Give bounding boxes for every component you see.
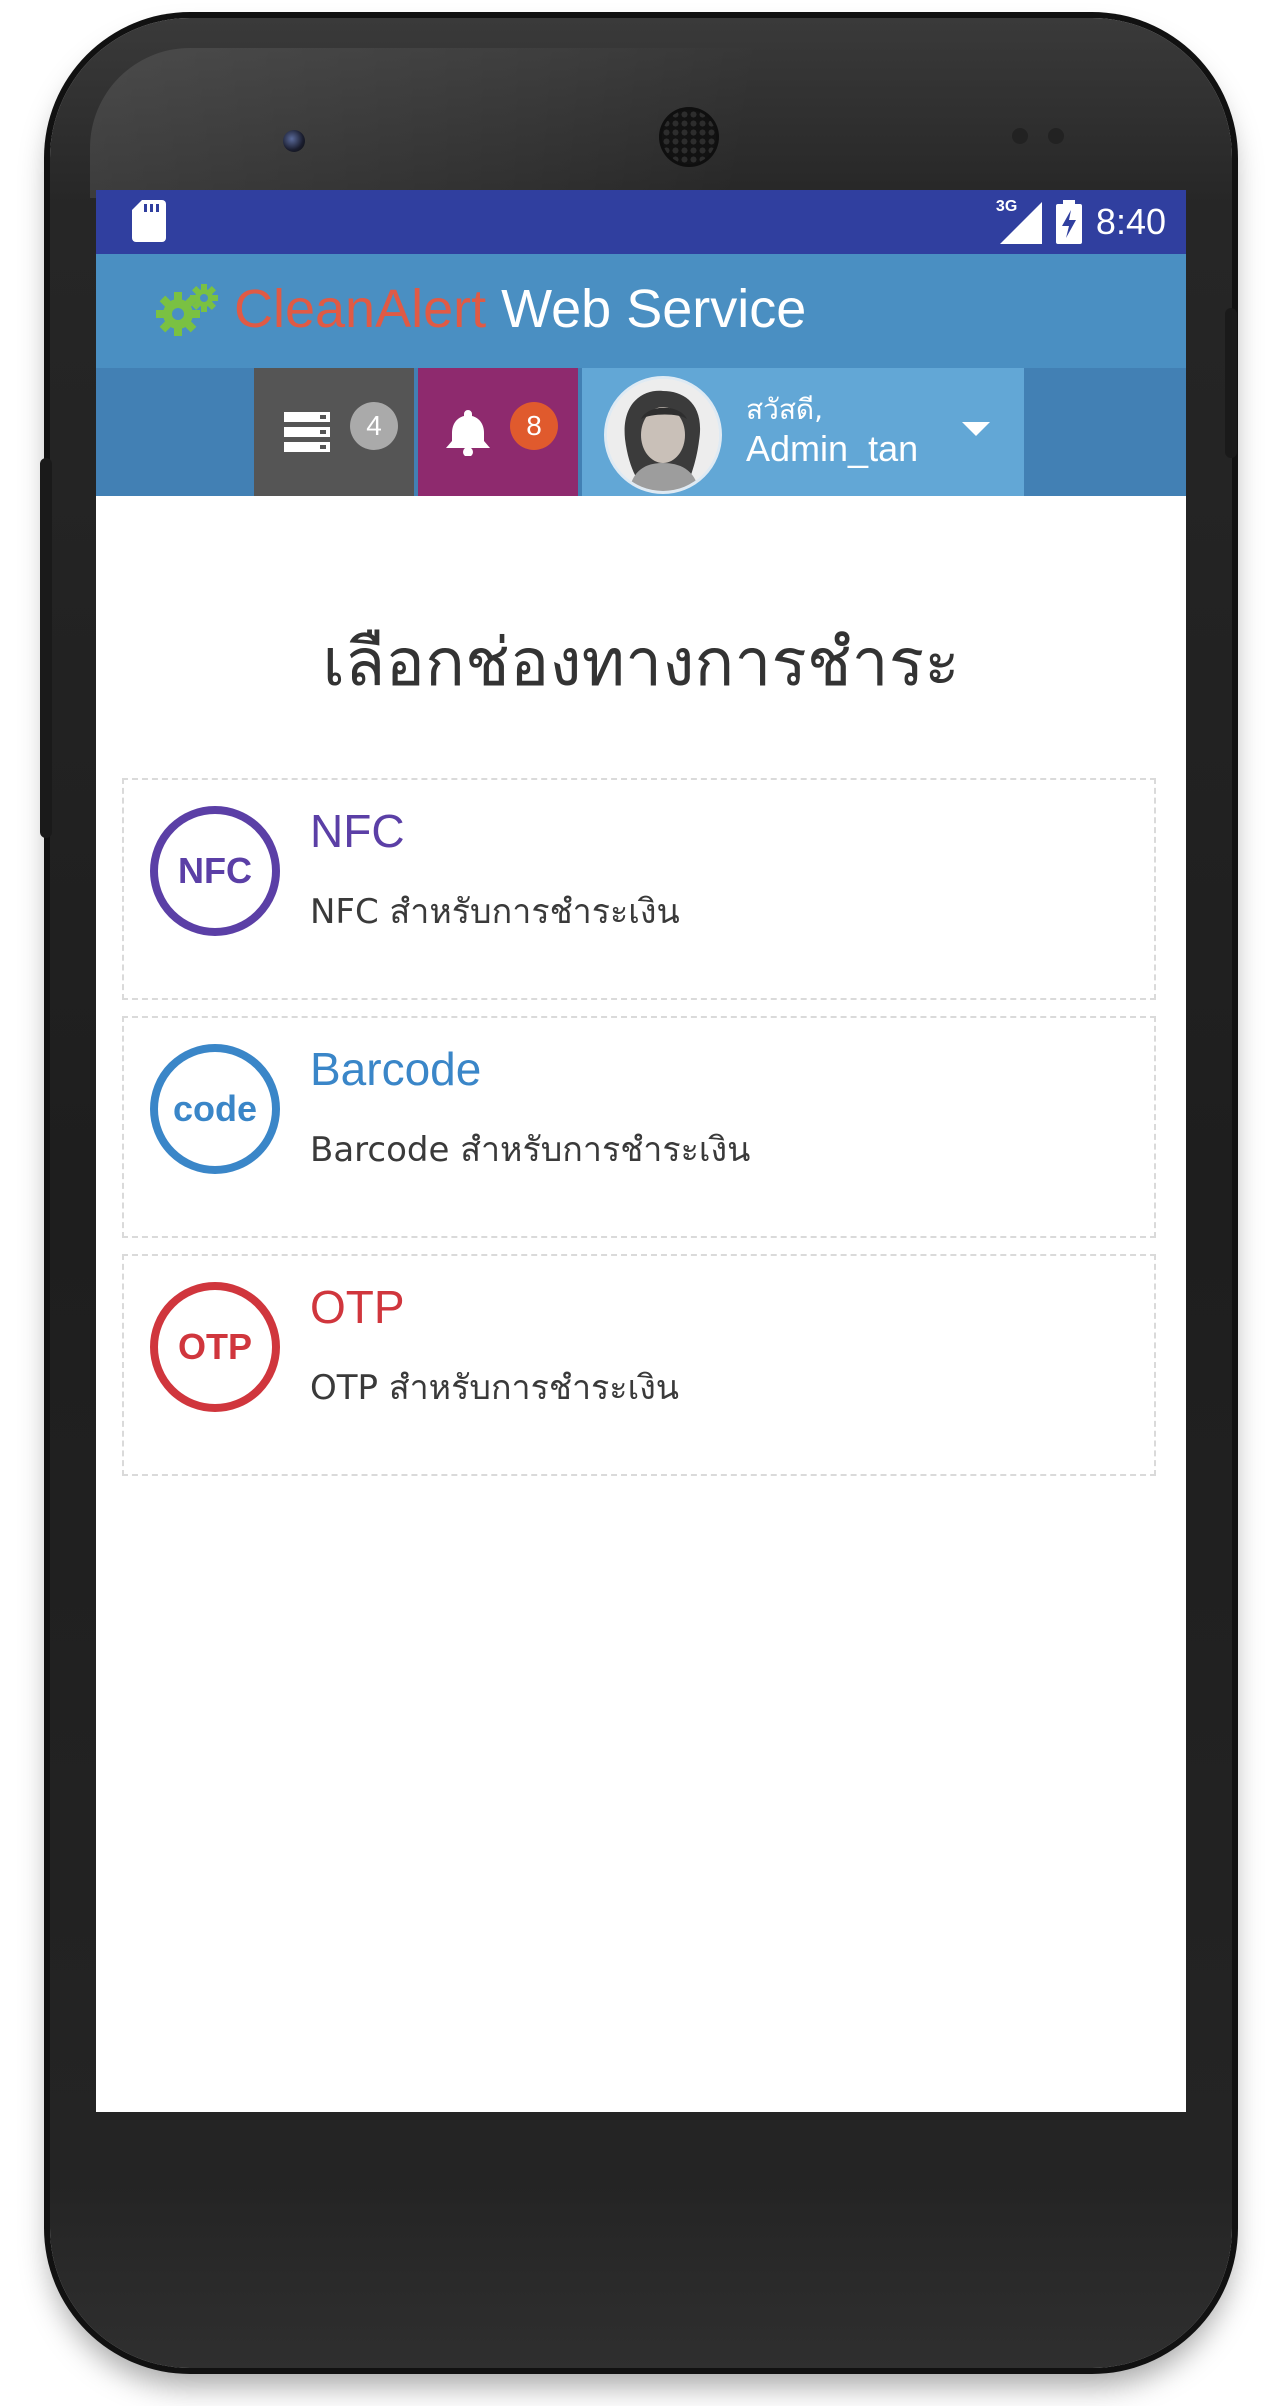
payment-option-otp[interactable]: OTP OTP OTP สำหรับการชำระเงิน [122,1254,1156,1476]
battery-charging-icon [1055,200,1082,244]
bell-icon [446,410,490,456]
status-time: 8:40 [1095,201,1166,242]
notifications-button[interactable]: 8 [418,368,578,496]
light-sensor-icon [1048,128,1064,144]
brand-name-primary: CleanAlert [234,279,487,339]
chevron-down-icon [962,422,990,436]
server-list-icon [284,412,330,452]
brand-title[interactable]: CleanAlert Web Service [234,278,806,340]
brand-name-secondary: Web Service [501,279,807,339]
page-title: เลือกช่องทางการชำระ [322,624,960,701]
option-description: NFC สำหรับการชำระเงิน [310,892,680,932]
phone-screen: 3G 8:40 CleanAlert Web Service 4 8 สวัสด… [96,190,1186,2112]
avatar [604,376,722,494]
volume-button [40,458,52,838]
nfc-icon: NFC [150,806,280,936]
earpiece-speaker-icon [662,110,716,164]
payment-option-nfc[interactable]: NFC NFC NFC สำหรับการชำระเงิน [122,778,1156,1000]
status-bar: 3G 8:40 [96,190,1186,254]
option-description: OTP สำหรับการชำระเงิน [310,1368,680,1408]
option-description: Barcode สำหรับการชำระเงิน [310,1130,751,1170]
signal-indicator: 3G [996,198,1042,244]
option-title: NFC [310,805,405,857]
sd-card-icon [132,200,166,242]
brand-header: CleanAlert Web Service [96,254,1186,368]
proximity-sensor-icon [1012,128,1028,144]
power-button [1225,308,1237,458]
option-title: Barcode [310,1043,482,1095]
otp-icon: OTP [150,1282,280,1412]
barcode-icon: code [150,1044,280,1174]
payment-option-barcode[interactable]: code Barcode Barcode สำหรับการชำระเงิน [122,1016,1156,1238]
user-avatar-icon [607,379,719,491]
greeting-text: สวัสดี, [746,393,823,426]
servers-count-badge: 4 [350,402,398,450]
servers-menu-button[interactable]: 4 [254,368,414,496]
notifications-count-badge: 8 [510,402,558,450]
username-text: Admin_tan [746,428,919,469]
signal-icon [999,202,1042,244]
gears-logo-icon [156,284,218,336]
option-title: OTP [310,1281,405,1333]
user-menu-dropdown[interactable]: สวัสดี, Admin_tan [582,368,1024,496]
top-nav: 4 8 สวัสดี, Admin_tan [96,368,1186,496]
front-camera-icon [283,130,305,152]
